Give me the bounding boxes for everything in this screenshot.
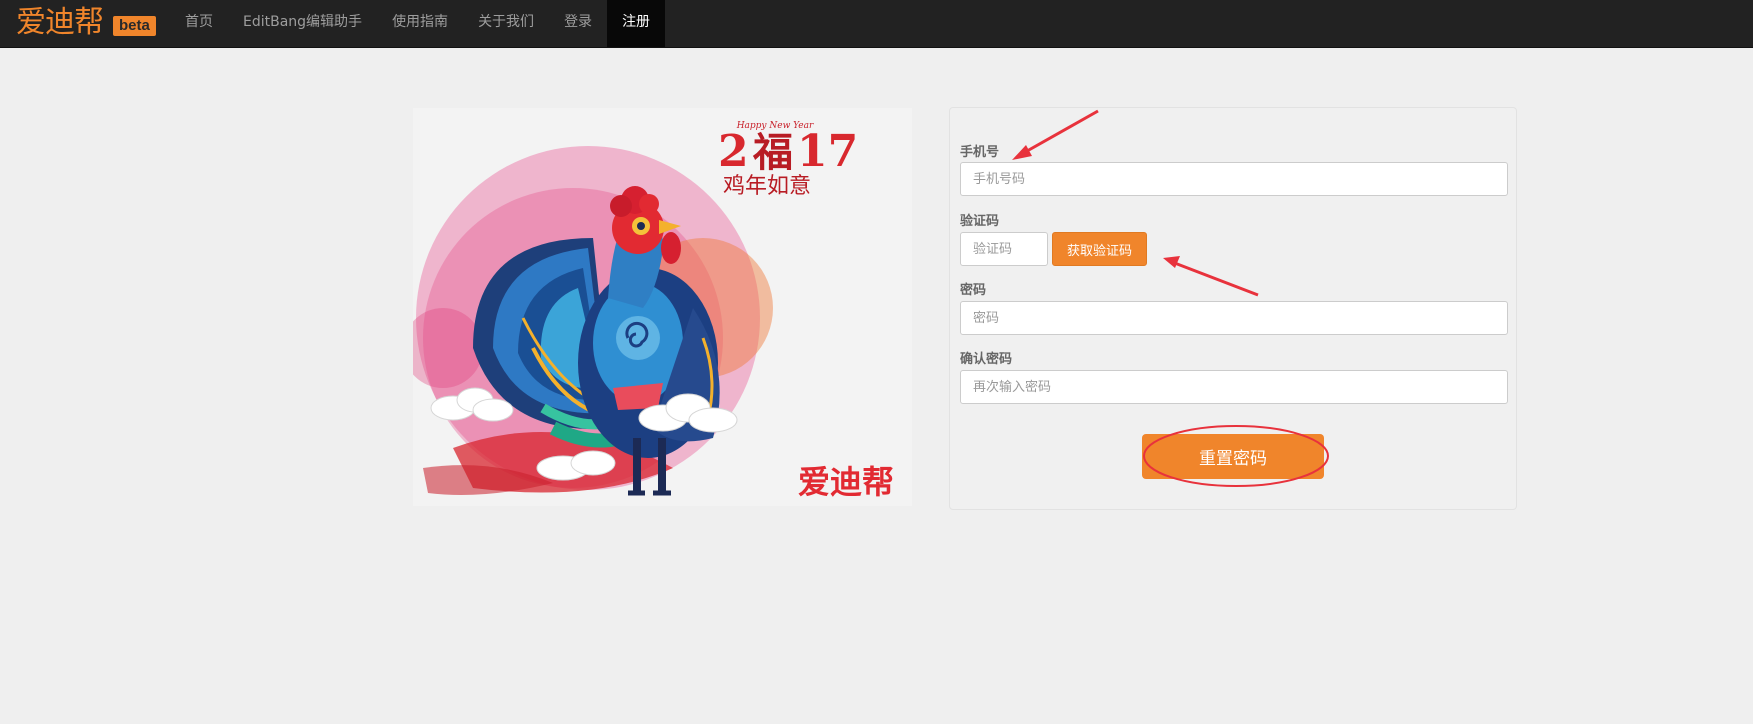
slogan-text: 鸡年如意 (723, 174, 811, 199)
confirm-password-label: 确认密码 (960, 352, 1013, 367)
year-17-text: 17 (797, 126, 858, 177)
beta-badge: beta (113, 16, 156, 36)
get-code-button[interactable]: 获取验证码 (1052, 232, 1147, 266)
password-label: 密码 (960, 283, 987, 298)
year-2-text: 2 (718, 126, 749, 177)
phone-label: 手机号 (960, 145, 1000, 160)
nav-item-about[interactable]: 关于我们 (463, 0, 549, 47)
rooster-banner-image: Happy New Year 2 福 17 鸡年如意 爱迪帮 (413, 108, 912, 506)
verification-code-input[interactable] (960, 232, 1048, 266)
confirm-password-input[interactable] (960, 370, 1508, 404)
top-navbar: 爱迪帮 beta 首页 EditBang编辑助手 使用指南 关于我们 登录 注册 (0, 0, 1753, 48)
brand-logo[interactable]: 爱迪帮 beta (16, 6, 156, 40)
nav-item-home[interactable]: 首页 (170, 0, 228, 47)
banner-logo-text: 爱迪帮 (798, 463, 894, 501)
nav-item-guide[interactable]: 使用指南 (377, 0, 463, 47)
reset-password-button[interactable]: 重置密码 (1142, 434, 1324, 479)
password-input[interactable] (960, 301, 1508, 335)
reset-password-form: 手机号 验证码 获取验证码 密码 确认密码 重置密码 (949, 107, 1517, 510)
nav-item-register[interactable]: 注册 (607, 0, 666, 47)
brand-name: 爱迪帮 (16, 5, 104, 40)
nav-item-editbang[interactable]: EditBang编辑助手 (228, 0, 377, 47)
nav-item-login[interactable]: 登录 (549, 0, 607, 47)
nav-menu: 首页 EditBang编辑助手 使用指南 关于我们 登录 注册 (170, 0, 666, 47)
code-label: 验证码 (960, 214, 1000, 229)
phone-input[interactable] (960, 162, 1508, 196)
fu-text: 福 (752, 130, 793, 176)
